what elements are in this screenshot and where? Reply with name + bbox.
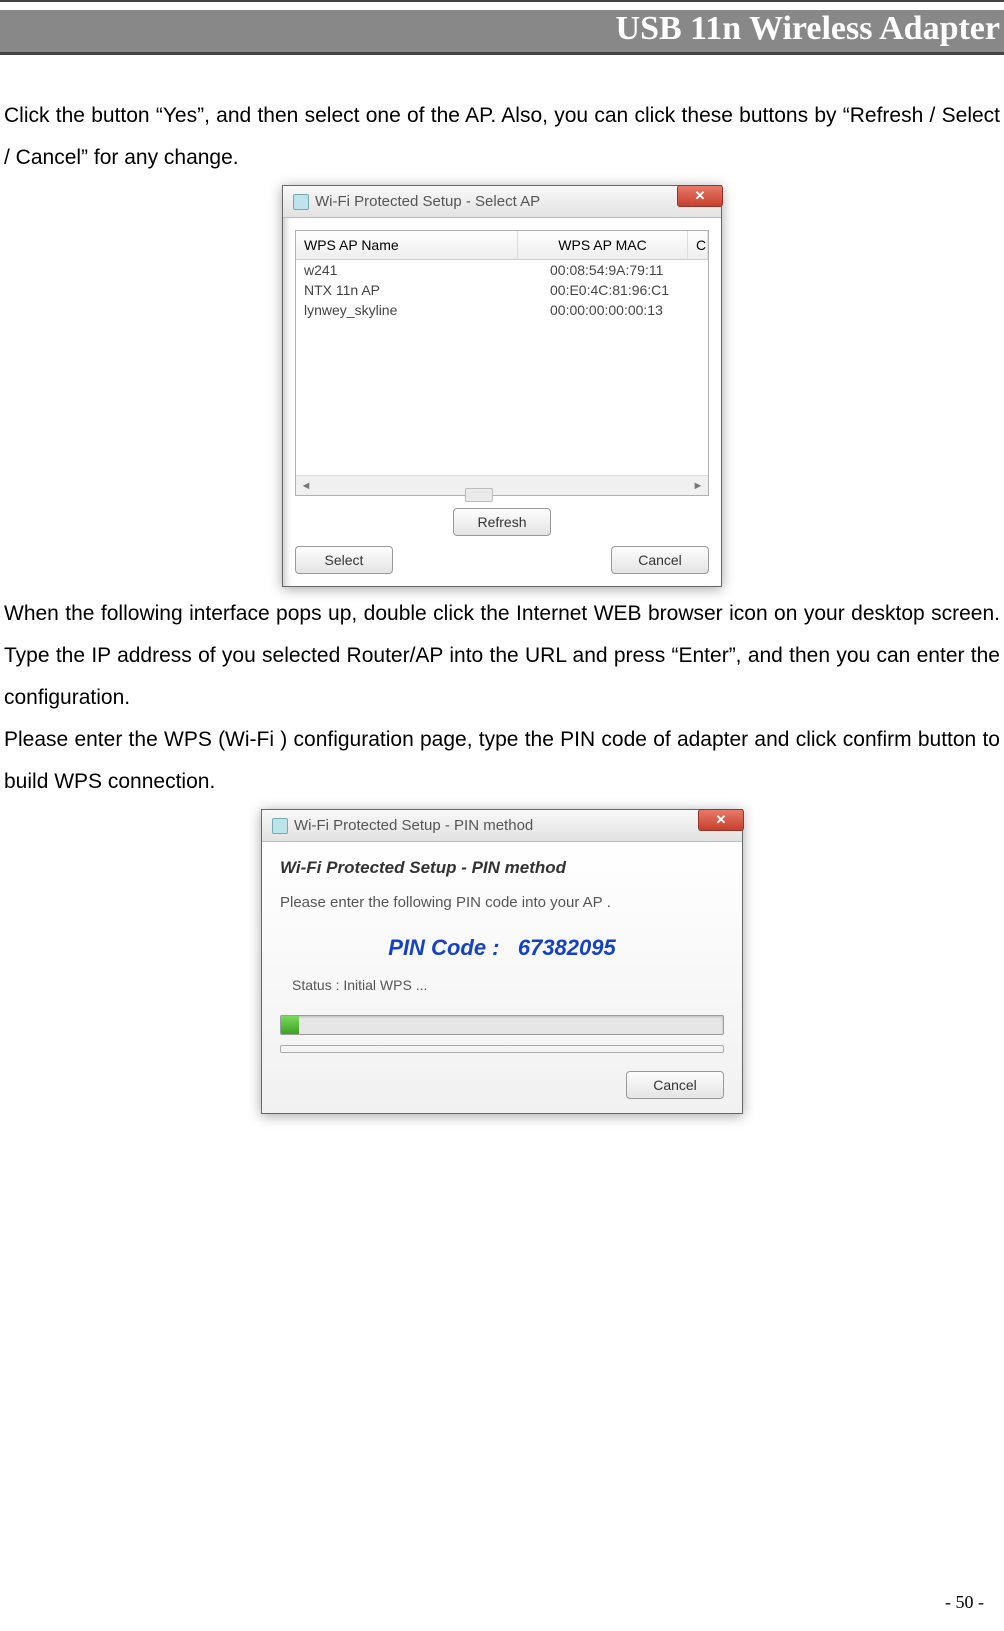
dialog2-title: Wi-Fi Protected Setup - PIN method	[294, 817, 533, 834]
pin-code-line: PIN Code : 67382095	[280, 935, 724, 961]
ap-mac: 00:08:54:9A:79:11	[530, 262, 700, 278]
list-item[interactable]: lynwey_skyline 00:00:00:00:00:13	[296, 300, 708, 320]
dialog2-titlebar[interactable]: Wi-Fi Protected Setup - PIN method ✕	[262, 810, 742, 842]
dialog2-instruction: Please enter the following PIN code into…	[280, 894, 724, 911]
app-icon	[293, 194, 309, 210]
scroll-right-icon[interactable]: ►	[688, 480, 708, 492]
page-number: - 50 -	[945, 1592, 984, 1613]
cancel-button[interactable]: Cancel	[611, 546, 709, 574]
close-button[interactable]: ✕	[677, 185, 723, 207]
cancel-button[interactable]: Cancel	[626, 1071, 724, 1099]
ap-list[interactable]: WPS AP Name WPS AP MAC C w241 00:08:54:9…	[295, 230, 709, 496]
horizontal-scrollbar[interactable]: ◄ ►	[296, 475, 708, 495]
ap-mac: 00:00:00:00:00:13	[530, 302, 700, 318]
page-header: USB 11n Wireless Adapter	[0, 10, 1004, 53]
close-icon: ✕	[716, 812, 727, 828]
select-button[interactable]: Select	[295, 546, 393, 574]
app-icon	[272, 818, 288, 834]
paragraph-3: Please enter the WPS (Wi-Fi ) configurat…	[4, 719, 1000, 803]
column-header-mac[interactable]: WPS AP MAC	[518, 231, 688, 259]
pin-label: PIN Code :	[388, 935, 499, 960]
progress-fill	[281, 1016, 299, 1034]
dialog1-title: Wi-Fi Protected Setup - Select AP	[315, 193, 540, 210]
secondary-bar	[280, 1045, 724, 1053]
paragraph-2: When the following interface pops up, do…	[4, 593, 1000, 719]
ap-name: w241	[304, 262, 530, 278]
dialog1-titlebar[interactable]: Wi-Fi Protected Setup - Select AP ✕	[283, 186, 721, 218]
ap-name: lynwey_skyline	[304, 302, 530, 318]
list-item[interactable]: NTX 11n AP 00:E0:4C:81:96:C1	[296, 280, 708, 300]
select-ap-dialog: Wi-Fi Protected Setup - Select AP ✕ WPS …	[282, 185, 722, 587]
column-header-name[interactable]: WPS AP Name	[296, 231, 518, 259]
pin-method-dialog: Wi-Fi Protected Setup - PIN method ✕ Wi-…	[261, 809, 743, 1114]
close-button[interactable]: ✕	[698, 809, 744, 831]
pin-value: 67382095	[518, 935, 616, 960]
dialog2-heading: Wi-Fi Protected Setup - PIN method	[280, 858, 724, 878]
ap-mac: 00:E0:4C:81:96:C1	[530, 282, 700, 298]
list-item[interactable]: w241 00:08:54:9A:79:11	[296, 260, 708, 280]
scroll-thumb[interactable]	[465, 488, 493, 502]
column-header-c[interactable]: C	[688, 231, 708, 259]
ap-name: NTX 11n AP	[304, 282, 530, 298]
paragraph-1: Click the button “Yes”, and then select …	[4, 95, 1000, 179]
refresh-button[interactable]: Refresh	[453, 508, 551, 536]
scroll-left-icon[interactable]: ◄	[296, 480, 316, 492]
progress-bar	[280, 1015, 724, 1035]
close-icon: ✕	[695, 188, 706, 204]
status-text: Status : Initial WPS ...	[292, 977, 724, 993]
